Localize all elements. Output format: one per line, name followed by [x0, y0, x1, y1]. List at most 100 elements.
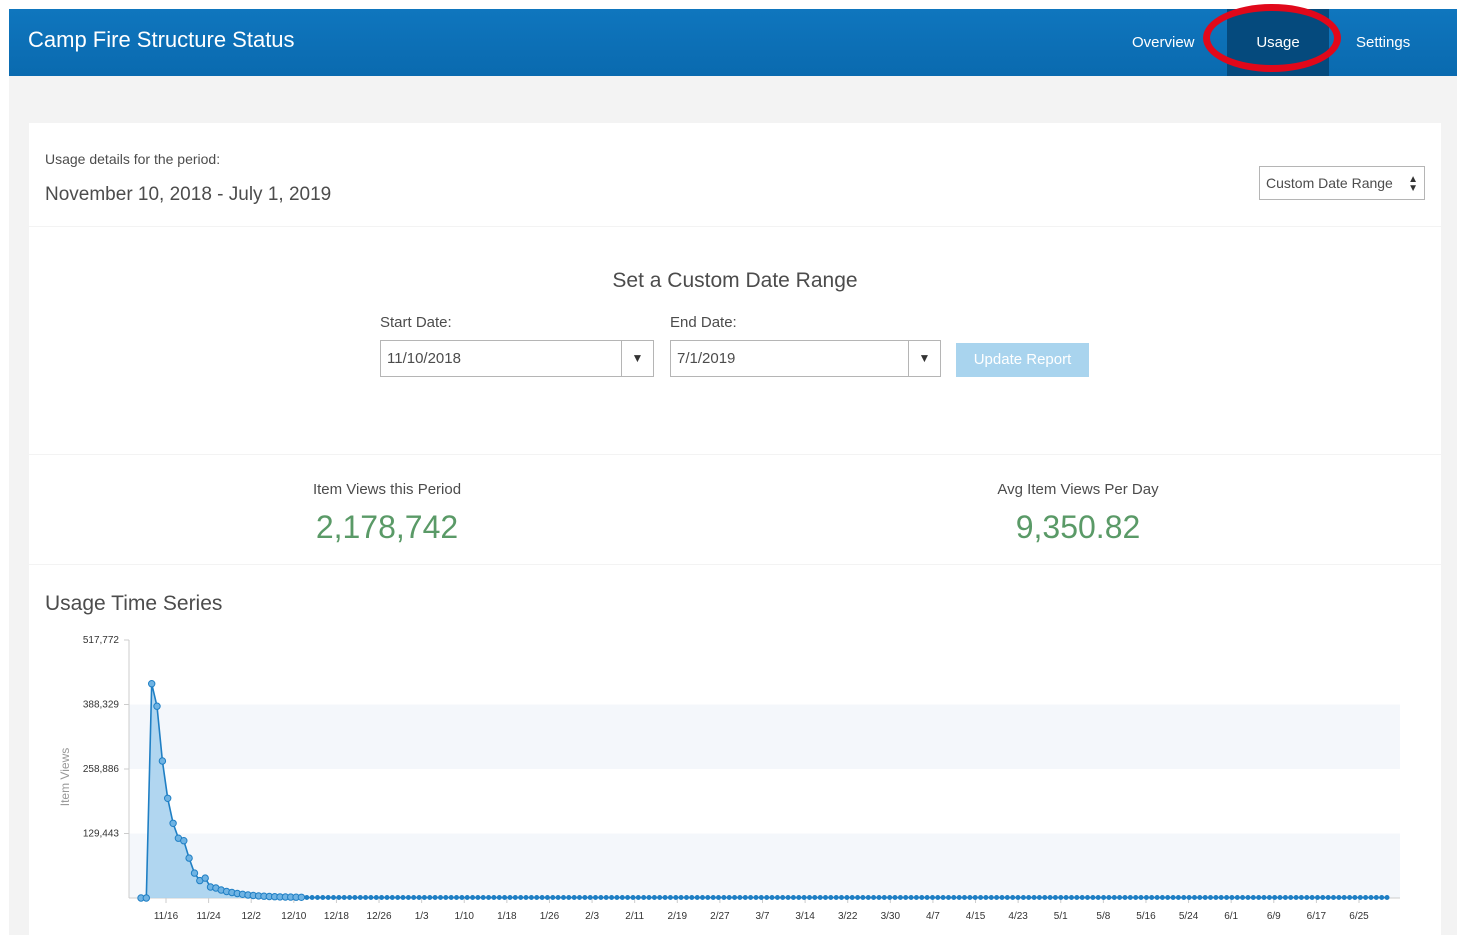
data-point [1122, 895, 1128, 900]
data-point [164, 794, 172, 803]
data-point [389, 895, 395, 900]
data-point [331, 895, 336, 900]
data-point [142, 894, 151, 902]
data-point [769, 895, 775, 900]
data-point [1357, 895, 1363, 900]
start-date-input[interactable]: 11/10/2018 ▼ [380, 340, 654, 377]
x-tick-label: 4/23 [1008, 911, 1028, 922]
start-date-dropdown-icon[interactable]: ▼ [621, 341, 653, 376]
avg-views-label: Avg Item Views Per Day [997, 481, 1159, 498]
x-tick-label: 1/26 [540, 911, 560, 922]
data-point [1133, 895, 1139, 900]
data-point [689, 895, 695, 900]
end-date-label: End Date: [670, 314, 737, 331]
data-point [1266, 895, 1272, 900]
nav-overview[interactable]: Overview [1132, 9, 1195, 76]
data-point [593, 895, 598, 900]
update-report-button[interactable]: Update Report [956, 343, 1089, 377]
data-point [796, 895, 802, 900]
x-tick-label: 3/14 [795, 911, 815, 922]
data-point [994, 895, 1000, 900]
data-point [347, 895, 353, 900]
data-point [823, 895, 828, 900]
data-point [1111, 895, 1117, 900]
data-point [1245, 895, 1251, 900]
data-point [1015, 895, 1021, 900]
data-point [946, 895, 951, 900]
data-point [577, 895, 582, 900]
data-point [448, 895, 454, 900]
data-point [1202, 895, 1208, 900]
data-point [512, 895, 518, 900]
data-point [496, 895, 502, 900]
data-point [1074, 895, 1080, 900]
data-point [1175, 895, 1181, 900]
data-point [833, 895, 839, 900]
data-point [908, 895, 914, 900]
data-point [395, 895, 401, 900]
x-tick-label: 6/9 [1267, 911, 1281, 922]
nav-usage[interactable]: Usage [1227, 9, 1329, 76]
y-tick-label: 388,329 [83, 700, 120, 711]
data-point [705, 895, 711, 900]
data-point [935, 895, 941, 900]
data-point [1229, 895, 1235, 900]
data-point [967, 895, 973, 900]
data-point [1347, 895, 1353, 900]
data-point [561, 895, 566, 900]
data-point [421, 895, 427, 900]
data-point [609, 895, 615, 900]
data-point [716, 895, 721, 900]
data-point [341, 895, 347, 900]
data-point [1036, 895, 1042, 900]
data-point [582, 895, 588, 900]
data-point [662, 895, 668, 900]
data-point [625, 895, 631, 900]
nav-settings[interactable]: Settings [1356, 9, 1410, 76]
data-point [641, 895, 647, 900]
x-tick-label: 5/16 [1136, 911, 1156, 922]
data-point [1331, 895, 1336, 900]
end-date-dropdown-icon[interactable]: ▼ [908, 341, 940, 376]
data-point [1117, 895, 1123, 900]
start-date-label: Start Date: [380, 314, 452, 331]
data-point [1052, 895, 1058, 900]
data-point [1063, 895, 1069, 900]
data-point [1261, 895, 1267, 900]
data-point [1181, 895, 1187, 900]
data-point [807, 895, 812, 900]
data-point [710, 895, 716, 900]
data-point [1069, 895, 1074, 900]
data-point [1106, 895, 1112, 900]
data-point [737, 895, 743, 900]
data-point [1363, 895, 1369, 900]
data-point [491, 895, 497, 900]
x-tick-label: 2/19 [668, 911, 688, 922]
data-point [1373, 895, 1379, 900]
data-point [951, 895, 957, 900]
data-point [785, 895, 791, 900]
data-point [507, 895, 513, 900]
data-point [153, 702, 161, 710]
end-date-input[interactable]: 7/1/2019 ▼ [670, 340, 941, 377]
usage-period-panel: Usage details for the period: November 1… [29, 123, 1441, 226]
data-point [459, 895, 465, 900]
data-point [454, 895, 459, 900]
data-point [1143, 895, 1149, 900]
app-title: Camp Fire Structure Status [28, 27, 295, 52]
start-date-value: 11/10/2018 [387, 350, 461, 367]
y-tick-label: 129,443 [83, 829, 120, 840]
x-tick-label: 12/18 [324, 911, 349, 922]
data-point [148, 680, 156, 688]
usage-stats-panel: Item Views this Period 2,178,742 Avg Ite… [29, 455, 1441, 564]
y-tick-label: 258,886 [83, 764, 120, 775]
top-navigation-bar: Camp Fire Structure Status Overview Usag… [9, 4, 1457, 76]
x-tick-label: 6/17 [1307, 911, 1327, 922]
data-point [684, 895, 689, 900]
data-point [774, 895, 780, 900]
date-range-select[interactable]: Custom Date Range ▲ ▼ [1259, 166, 1425, 200]
data-point [817, 895, 823, 900]
data-point [1192, 895, 1197, 900]
data-point [721, 895, 727, 900]
data-point [1293, 895, 1299, 900]
